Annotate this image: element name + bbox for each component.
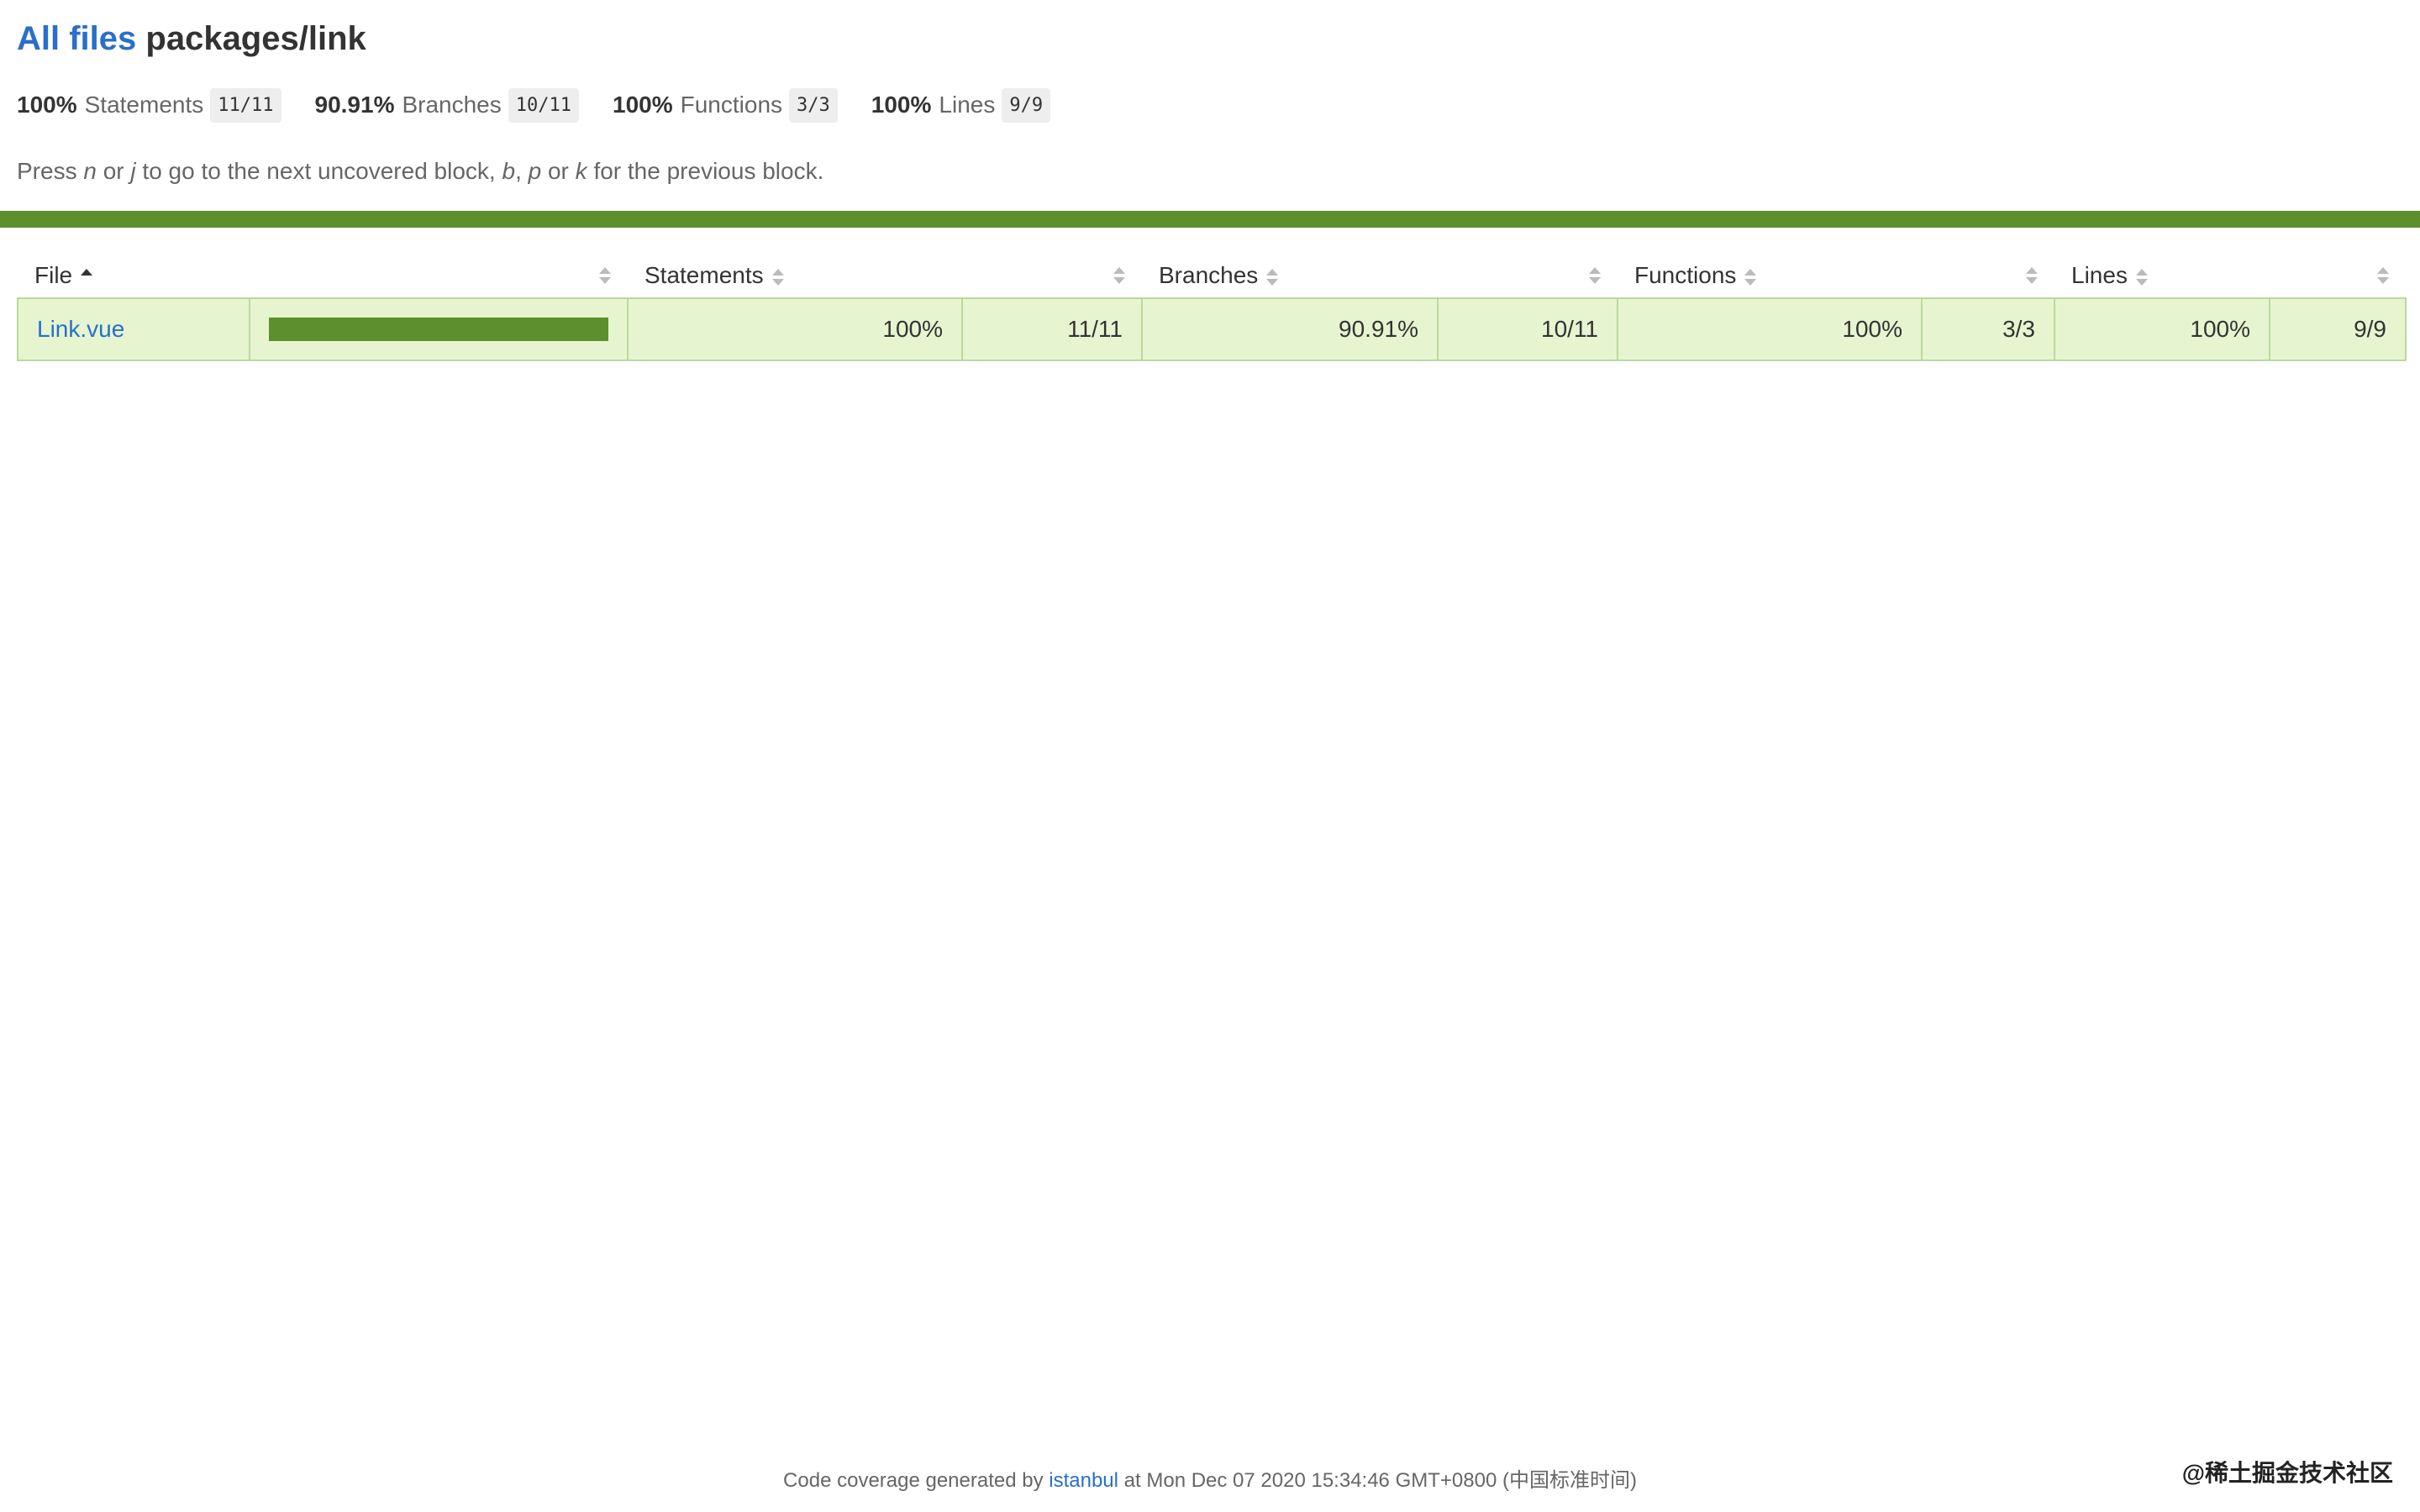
- lines-pct-cell: 100%: [2054, 297, 2270, 361]
- sort-icon: [2026, 266, 2038, 285]
- header-label: Functions: [1634, 262, 1737, 288]
- summary-pct: 90.91%: [314, 92, 395, 118]
- statements-frac-cell: 11/11: [961, 297, 1143, 361]
- functions-pct-cell: 100%: [1617, 297, 1923, 361]
- summary-label: Functions: [680, 92, 783, 118]
- header-branches-raw[interactable]: [1438, 254, 1618, 298]
- coverage-bar: [269, 318, 608, 341]
- summary-label: Statements: [84, 92, 204, 118]
- page-title: All files packages/link: [17, 17, 2403, 60]
- summary-pct: 100%: [613, 92, 673, 118]
- istanbul-link[interactable]: istanbul: [1049, 1469, 1118, 1492]
- hint-text: or: [96, 158, 131, 184]
- lines-frac-cell: 9/9: [2269, 297, 2407, 361]
- summary-lines: 100% Lines 9/9: [871, 87, 1051, 123]
- sort-icon: [2377, 266, 2389, 285]
- header-statements-raw[interactable]: [962, 254, 1142, 298]
- sort-icon: [1266, 268, 1279, 286]
- header-file[interactable]: File: [18, 254, 250, 298]
- hint-text: Press: [17, 158, 84, 184]
- sort-icon: [1113, 266, 1125, 285]
- summary-fraction: 3/3: [789, 87, 838, 123]
- sort-icon: [599, 266, 611, 285]
- summary-fraction: 10/11: [508, 87, 579, 123]
- hint-text: for the previous block.: [587, 158, 824, 184]
- current-path: packages/link: [145, 20, 366, 57]
- summary-statements: 100% Statements 11/11: [17, 87, 281, 123]
- header-label: Statements: [644, 262, 764, 288]
- header-statements[interactable]: Statements: [628, 254, 962, 298]
- hint-key: b: [502, 158, 516, 184]
- hint-text: or: [541, 158, 576, 184]
- summary-fraction: 11/11: [210, 87, 281, 123]
- footer-timestamp: at Mon Dec 07 2020 15:34:46 GMT+0800 (中国…: [1118, 1469, 1637, 1492]
- watermark: @稀土掘金技术社区: [2181, 1460, 2393, 1486]
- summary-pct: 100%: [17, 92, 77, 118]
- statements-pct-cell: 100%: [627, 297, 963, 361]
- all-files-link[interactable]: All files: [17, 20, 136, 57]
- branches-frac-cell: 10/11: [1437, 297, 1618, 361]
- sort-icon: [771, 268, 784, 286]
- hint-key: n: [83, 158, 97, 184]
- summary-functions: 100% Functions 3/3: [613, 87, 838, 123]
- summary-fraction: 9/9: [1002, 87, 1051, 123]
- header-lines-raw[interactable]: [2270, 254, 2406, 298]
- hint-key: k: [575, 158, 587, 184]
- hint-text: ,: [515, 158, 529, 184]
- coverage-table: File Statements Branches Functions Lines…: [17, 254, 2407, 361]
- hint-key: p: [528, 158, 542, 184]
- header-label: Lines: [2071, 262, 2128, 288]
- table-header-row: File Statements Branches Functions Lines: [18, 254, 2406, 298]
- file-cell: Link.vue: [17, 297, 250, 361]
- footer: Code coverage generated by istanbul at M…: [0, 1463, 2420, 1493]
- header-file-bar[interactable]: [250, 254, 628, 298]
- header-branches[interactable]: Branches: [1142, 254, 1438, 298]
- summary-branches: 90.91% Branches 10/11: [314, 87, 579, 123]
- branches-pct-cell: 90.91%: [1141, 297, 1439, 361]
- table-row: Link.vue 100% 11/11 90.91% 10/11 100% 3/…: [17, 297, 2407, 361]
- sort-icon: [2135, 268, 2148, 286]
- header-label: Branches: [1159, 262, 1259, 288]
- coverage-report-page: All files packages/link 100% Statements …: [0, 0, 2420, 1512]
- summary-pct: 100%: [871, 92, 932, 118]
- functions-frac-cell: 3/3: [1921, 297, 2055, 361]
- report-header: All files packages/link 100% Statements …: [0, 0, 2420, 186]
- coverage-summary: 100% Statements 11/11 90.91% Branches 10…: [17, 87, 2403, 123]
- sort-icon: [1744, 268, 1757, 286]
- sort-asc-icon: [81, 268, 93, 286]
- coverage-table-wrapper: File Statements Branches Functions Lines…: [17, 254, 2407, 361]
- summary-label: Branches: [402, 92, 502, 118]
- coverage-bar-cell: [249, 297, 629, 361]
- sort-icon: [1589, 266, 1601, 285]
- header-label: File: [34, 262, 73, 288]
- coverage-status-line: [0, 211, 2420, 228]
- hint-text: to go to the next uncovered block,: [135, 158, 502, 184]
- header-lines[interactable]: Lines: [2054, 254, 2270, 298]
- header-functions[interactable]: Functions: [1618, 254, 1922, 298]
- coverage-bar-fill: [269, 318, 608, 341]
- header-functions-raw[interactable]: [1922, 254, 2054, 298]
- footer-text: Code coverage generated by: [783, 1469, 1050, 1492]
- file-link[interactable]: Link.vue: [37, 316, 124, 342]
- summary-label: Lines: [939, 92, 996, 118]
- keyboard-hint: Press n or j to go to the next uncovered…: [17, 156, 2403, 186]
